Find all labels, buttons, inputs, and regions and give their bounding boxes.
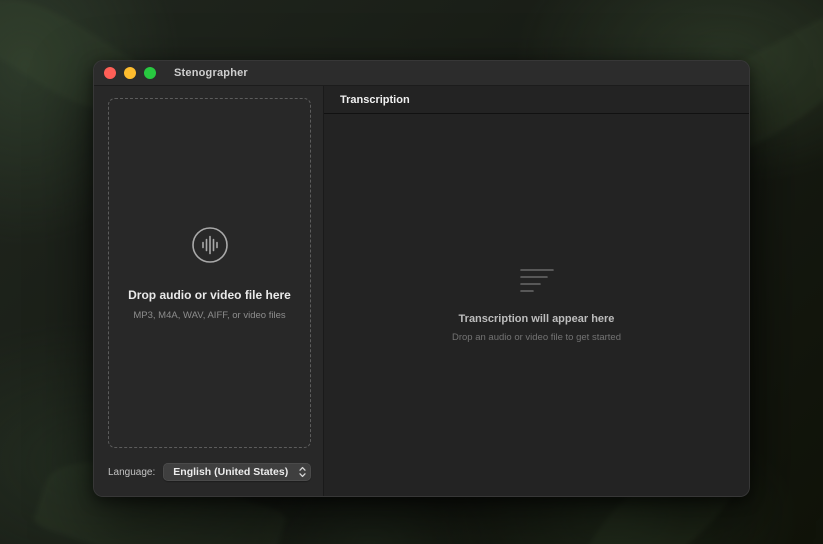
text-lines-icon <box>519 268 554 299</box>
window-titlebar[interactable]: Stenographer <box>94 61 749 86</box>
waveform-circle-icon <box>190 225 230 270</box>
transcription-header: Transcription <box>324 86 749 114</box>
language-label: Language: <box>108 466 156 478</box>
window-title: Stenographer <box>174 67 248 79</box>
empty-state-title: Transcription will appear here <box>458 312 615 325</box>
close-button[interactable] <box>104 67 116 79</box>
transcription-panel: Transcription Transcription will appear … <box>324 86 749 496</box>
dropzone-title: Drop audio or video file here <box>128 288 291 302</box>
transcription-empty-state: Transcription will appear here Drop an a… <box>324 114 749 496</box>
chevron-up-down-icon <box>298 466 307 478</box>
dropzone-subtitle: MP3, M4A, WAV, AIFF, or video files <box>133 310 286 321</box>
minimize-button[interactable] <box>124 67 136 79</box>
language-row: Language: English (United States) <box>94 458 323 496</box>
zoom-button[interactable] <box>144 67 156 79</box>
traffic-light-buttons <box>104 67 156 79</box>
language-selected-value: English (United States) <box>173 466 289 478</box>
app-window: Stenographer Drop audio or video file he… <box>93 60 750 497</box>
empty-state-subtitle: Drop an audio or video file to get start… <box>452 331 621 343</box>
file-dropzone[interactable]: Drop audio or video file here MP3, M4A, … <box>108 98 311 448</box>
language-select[interactable]: English (United States) <box>163 463 311 481</box>
window-content: Drop audio or video file here MP3, M4A, … <box>94 86 749 496</box>
dropzone-panel: Drop audio or video file here MP3, M4A, … <box>94 86 324 496</box>
